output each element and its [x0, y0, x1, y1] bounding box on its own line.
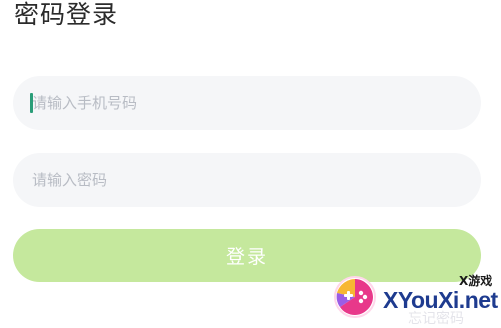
- login-page: 密码登录 登录 忘记密码 X游戏 XYouXi.net: [0, 0, 501, 328]
- password-field[interactable]: [13, 153, 481, 207]
- text-caret: [30, 93, 33, 113]
- site-watermark: X游戏 XYouXi.net: [330, 272, 501, 328]
- gamepad-icon: [334, 276, 376, 318]
- password-input[interactable]: [32, 153, 481, 207]
- watermark-brand: XYouXi.net: [383, 287, 498, 313]
- page-title: 密码登录: [14, 0, 119, 29]
- phone-field[interactable]: [13, 76, 481, 130]
- phone-input[interactable]: [32, 76, 481, 130]
